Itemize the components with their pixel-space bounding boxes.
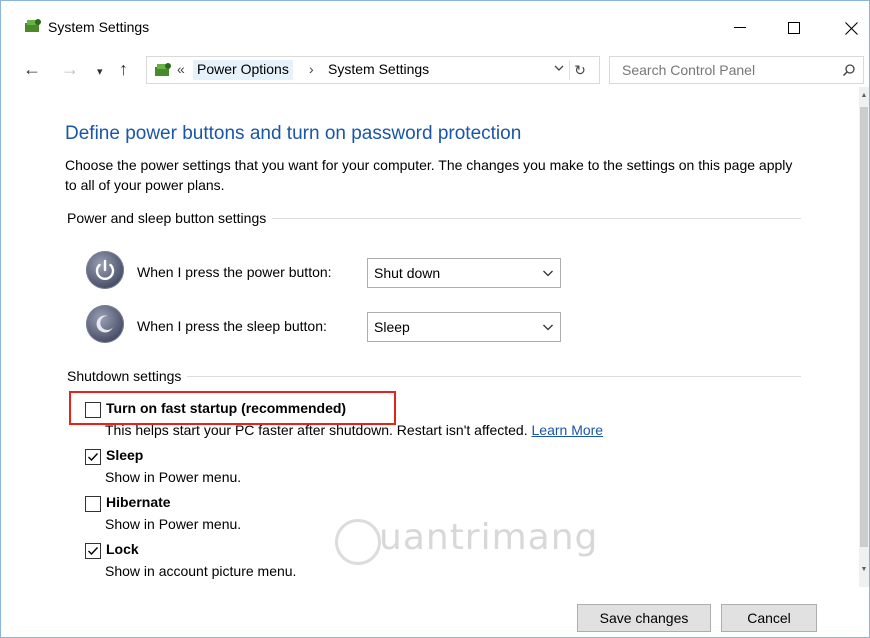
breadcrumb-separator[interactable]: › [309,61,314,77]
minimize-button[interactable] [717,9,763,47]
save-changes-button[interactable]: Save changes [577,604,711,632]
maximize-button[interactable] [771,9,817,47]
chevron-down-icon[interactable] [553,62,565,74]
breadcrumb-power-options[interactable]: Power Options [193,60,293,80]
fast-startup-label[interactable]: Turn on fast startup (recommended) [106,400,346,416]
search-box[interactable] [609,56,864,84]
back-arrow-icon[interactable]: ← [23,59,41,79]
forward-arrow-icon[interactable]: → [61,59,79,79]
control-panel-icon [155,63,171,76]
lock-description: Show in account picture menu. [105,563,297,579]
title-bar: System Settings [1,1,869,47]
learn-more-link[interactable]: Learn More [532,422,604,438]
sleep-button-action-value: Sleep [374,319,410,335]
scroll-up-icon[interactable]: ▲ [859,89,869,103]
close-button[interactable] [828,9,869,47]
watermark-logo-icon [335,519,381,565]
search-input[interactable] [620,60,824,80]
chevron-down-icon [543,324,553,331]
breadcrumb-overflow[interactable]: « [177,61,185,77]
up-arrow-icon[interactable]: ↑ [119,59,128,79]
page-title: Define power buttons and turn on passwor… [65,123,522,144]
sleep-button-action-select[interactable]: Sleep [367,312,561,342]
sleep-label[interactable]: Sleep [106,447,143,463]
chevron-down-icon [543,270,553,277]
section-title-power-sleep: Power and sleep button settings [67,210,273,226]
window-title: System Settings [48,19,150,35]
sleep-button-icon [86,305,124,343]
navigation-bar: ← → ▾ ↑ « Power Options › System Setting… [1,53,869,87]
section-title-shutdown: Shutdown settings [67,368,188,384]
hibernate-description: Show in Power menu. [105,516,242,532]
breadcrumb-system-settings[interactable]: System Settings [328,61,429,77]
power-button-action-select[interactable]: Shut down [367,258,561,288]
footer-bar: Save changes Cancel [1,587,859,637]
lock-checkbox[interactable] [85,543,101,559]
close-icon [844,21,858,35]
recent-locations-chevron-icon[interactable]: ▾ [97,62,103,82]
vertical-scrollbar[interactable]: ▲ ▼ [859,87,869,587]
system-settings-window: System Settings ← → ▾ ↑ « Power Options … [0,0,870,638]
fast-startup-description-text: This helps start your PC faster after sh… [105,422,528,438]
scroll-down-icon[interactable]: ▼ [859,563,869,577]
search-icon[interactable] [842,63,856,77]
address-bar[interactable]: « Power Options › System Settings ↻ [146,56,600,84]
power-button-action-value: Shut down [374,265,441,281]
checkmark-icon [88,547,99,556]
maximize-icon [788,22,800,34]
checkmark-icon [88,453,99,462]
power-button-icon [86,251,124,289]
fast-startup-checkbox[interactable] [85,402,101,418]
hibernate-label[interactable]: Hibernate [106,494,171,510]
minimize-icon [734,27,746,28]
hibernate-checkbox[interactable] [85,496,101,512]
content-pane: Define power buttons and turn on passwor… [1,87,859,587]
watermark: uantrimang [379,517,599,558]
scrollbar-thumb[interactable] [860,107,868,547]
refresh-icon[interactable]: ↻ [569,60,590,80]
sleep-description: Show in Power menu. [105,469,242,485]
power-options-icon [25,19,41,32]
power-button-label: When I press the power button: [137,264,332,280]
page-description: Choose the power settings that you want … [65,157,793,193]
cancel-button[interactable]: Cancel [721,604,817,632]
sleep-checkbox[interactable] [85,449,101,465]
lock-label[interactable]: Lock [106,541,139,557]
sleep-button-label: When I press the sleep button: [137,318,327,334]
fast-startup-description: This helps start your PC faster after sh… [105,422,603,438]
